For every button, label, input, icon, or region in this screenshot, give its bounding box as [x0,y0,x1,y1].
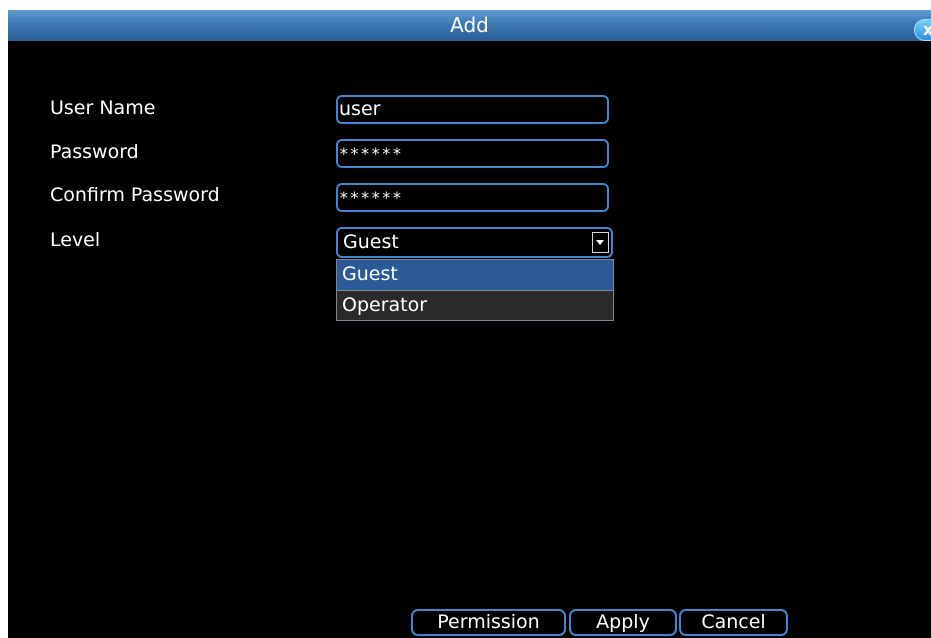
level-select[interactable]: Guest [336,227,613,258]
chevron-down-icon[interactable] [592,232,609,253]
level-option-operator[interactable]: Operator [337,290,613,320]
close-icon: x [923,20,931,39]
password-field[interactable]: ****** [336,139,609,168]
permission-button[interactable]: Permission [411,609,566,636]
level-selected-value: Guest [343,231,399,253]
title-bar: Add [8,10,931,41]
level-label: Level [50,229,101,251]
level-option-guest[interactable]: Guest [337,260,613,290]
apply-button[interactable]: Apply [569,609,677,636]
username-label: User Name [50,97,156,119]
add-user-dialog: Add x User Name user Password ****** Con… [8,10,931,638]
password-label: Password [50,141,139,163]
close-button[interactable]: x [914,19,931,41]
confirm-password-label: Confirm Password [50,184,220,206]
confirm-password-field[interactable]: ****** [336,183,609,212]
cancel-button[interactable]: Cancel [679,609,788,636]
username-field[interactable]: user [336,95,609,124]
dialog-title: Add [450,13,489,37]
level-dropdown-list: Guest Operator [336,259,614,321]
